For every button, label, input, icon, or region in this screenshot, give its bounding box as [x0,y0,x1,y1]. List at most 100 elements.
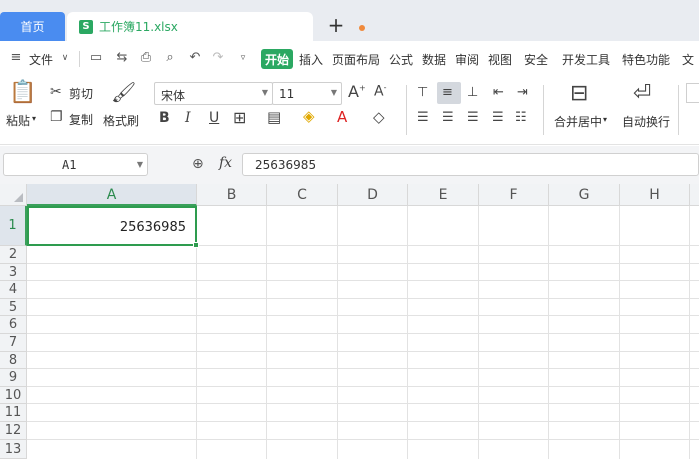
fill-pattern-icon[interactable]: ▤ [267,110,281,125]
divider [406,85,407,135]
overflow-box [686,83,699,103]
eraser-icon[interactable]: ◇ [373,110,385,125]
column-header-h[interactable]: H [620,184,690,206]
wrap-text-button[interactable]: 自动换行 [622,113,670,130]
increase-font-icon[interactable]: A+ [348,84,366,100]
gridline [27,368,699,369]
paste-dropdown-icon[interactable]: ▾ [32,114,36,123]
menu-page-layout[interactable]: 页面布局 [332,51,380,68]
align-top-icon[interactable]: ⊤ [417,86,428,99]
tab-home[interactable]: 首页 [0,12,65,41]
zoom-search-icon[interactable]: ⊕ [192,156,204,172]
export-icon[interactable]: ⇆ [114,50,130,66]
align-left-icon[interactable]: ☰ [417,111,429,124]
column-header-c[interactable]: C [267,184,338,206]
chevron-down-icon[interactable]: ∨ [57,50,73,66]
copy-icon[interactable]: ❐ [50,110,63,124]
row-header-11[interactable]: 11 [0,404,27,422]
align-bottom-icon[interactable]: ⊥ [467,86,478,99]
undo-icon[interactable]: ↶ [187,50,203,66]
fill-handle[interactable] [193,242,199,248]
row-header-5[interactable]: 5 [0,299,27,316]
justify-icon[interactable]: ☰ [492,111,504,124]
merge-center-icon[interactable]: ⊟ [570,83,588,105]
paste-button[interactable]: 粘贴 [6,112,30,129]
row-header-1[interactable]: 1 [0,206,27,246]
row-header-9[interactable]: 9 [0,369,27,387]
row-header-13[interactable]: 13 [0,440,27,459]
menu-formula[interactable]: 公式 [389,51,413,68]
copy-button[interactable]: 复制 [69,111,93,128]
menu-file[interactable]: 文件 [29,51,53,68]
align-middle-icon[interactable]: ≡ [442,86,453,99]
bold-button[interactable]: B [159,111,170,125]
column-header-d[interactable]: D [338,184,408,206]
menu-special-features[interactable]: 特色功能 [622,51,670,68]
underline-button[interactable]: U [209,111,219,125]
paste-icon[interactable]: 📋 [9,82,36,104]
merge-dropdown-icon[interactable]: ▾ [603,115,607,124]
menu-developer-tools[interactable]: 开发工具 [562,51,610,68]
row-header-10[interactable]: 10 [0,387,27,404]
increase-indent-icon[interactable]: ⇥ [517,86,528,99]
print-icon[interactable]: ⎙ [138,50,154,66]
menu-start-tab[interactable]: 开始 [261,49,293,69]
select-all-corner[interactable] [0,184,27,206]
merge-center-button[interactable]: 合并居中 [554,113,602,130]
unsaved-dot-icon [359,25,365,31]
row-header-6[interactable]: 6 [0,316,27,334]
formula-bar: A1 ▼ ⊕ fx 25636985 [0,146,699,184]
column-header-a[interactable]: A [27,184,197,206]
column-header-f[interactable]: F [479,184,549,206]
row-header-12[interactable]: 12 [0,422,27,440]
row-header-4[interactable]: 4 [0,281,27,299]
menu-security[interactable]: 安全 [524,51,548,68]
menu-more[interactable]: 文 [682,51,694,68]
gridline [27,351,699,352]
cell-a1[interactable]: 25636985 [27,206,197,246]
font-name-select[interactable]: 宋体 ▼ [154,82,273,105]
format-painter-button[interactable]: 格式刷 [103,112,139,129]
row-header-7[interactable]: 7 [0,334,27,352]
gridline [27,386,699,387]
column-header-partial[interactable] [690,184,699,206]
menu-view[interactable]: 视图 [488,51,512,68]
font-name-value: 宋体 [161,89,186,103]
cut-button[interactable]: 剪切 [69,85,93,102]
print-preview-icon[interactable]: ⌕ [162,50,178,66]
fx-icon[interactable]: fx [219,155,232,171]
font-color-icon[interactable]: A [337,110,347,125]
redo-icon[interactable]: ↷ [210,50,226,66]
column-header-g[interactable]: G [549,184,620,206]
menu-insert[interactable]: 插入 [299,51,323,68]
borders-icon[interactable]: ⊞ [233,110,246,126]
align-right-icon[interactable]: ☰ [467,111,479,124]
row-header-8[interactable]: 8 [0,352,27,369]
hamburger-menu-icon[interactable]: ≡ [8,50,24,66]
gridline [27,280,699,281]
scissors-icon[interactable]: ✂ [50,85,62,99]
font-size-select[interactable]: 11 ▼ [272,82,342,105]
align-center-icon[interactable]: ☰ [442,111,454,124]
italic-button[interactable]: I [185,111,191,125]
column-header-e[interactable]: E [408,184,479,206]
fill-color-icon[interactable]: ◈ [303,109,315,124]
menu-data[interactable]: 数据 [422,51,446,68]
quick-access-dropdown-icon[interactable]: ▿ [235,50,251,66]
formula-input[interactable]: 25636985 [242,153,699,176]
menu-review[interactable]: 审阅 [455,51,479,68]
row-header-2[interactable]: 2 [0,246,27,264]
format-painter-icon[interactable]: 🖌 [111,82,136,102]
divider [678,85,679,135]
divider [543,85,544,135]
row-header-3[interactable]: 3 [0,264,27,281]
tab-document[interactable]: S 工作簿11.xlsx [67,12,365,41]
save-icon[interactable]: ▭ [88,50,104,66]
new-tab-plus-icon[interactable]: + [326,13,346,37]
distributed-align-icon[interactable]: ☷ [515,111,527,124]
decrease-font-icon[interactable]: A- [374,84,386,99]
name-box[interactable]: A1 ▼ [3,153,148,176]
wrap-text-icon[interactable]: ⏎ [633,83,651,105]
column-header-b[interactable]: B [197,184,267,206]
decrease-indent-icon[interactable]: ⇤ [493,86,504,99]
